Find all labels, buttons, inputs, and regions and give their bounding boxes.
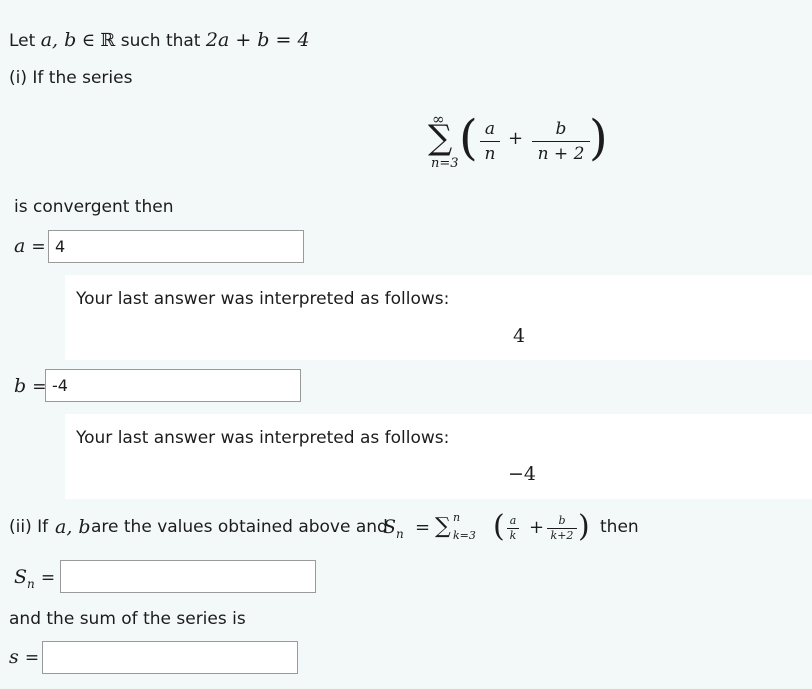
a-answer-input[interactable]	[48, 230, 304, 263]
fraction-a-denominator: n	[484, 144, 496, 164]
sum-of-series-text: and the sum of the series is	[9, 609, 246, 629]
part-ii-sum-symbol: ∑	[435, 514, 451, 539]
sn-answer-input[interactable]	[60, 560, 316, 593]
plus-sign: +	[508, 128, 524, 149]
intro-vars: a, b	[40, 29, 77, 51]
part-ii-sum-lower: k=3	[453, 529, 476, 542]
part-ii-frac-a-den: k	[509, 529, 517, 542]
sn-input-subscript: n	[27, 576, 35, 591]
intro-reals: ℝ	[100, 30, 116, 51]
series-formula: ∞ ∑ n=3 ( a n + b n + 2 )	[428, 110, 608, 176]
a-label: a	[14, 235, 26, 257]
part-ii-middle-text: are the values obtained above and	[91, 517, 388, 537]
sum-lower-limit: n=3	[431, 156, 459, 171]
fraction-b-over-n2: b n + 2	[532, 119, 590, 164]
fraction-b-denominator: n + 2	[537, 144, 585, 164]
left-paren: (	[459, 110, 478, 166]
s-label: s	[9, 646, 19, 668]
intro-statement: Let a, b ∈ ℝ such that 2a + b = 4	[9, 29, 310, 52]
part-ii-sn: Sn	[383, 516, 404, 541]
b-label: b	[14, 375, 27, 397]
b-interpretation-label: Your last answer was interpreted as foll…	[76, 428, 450, 448]
sn-subscript: n	[396, 526, 404, 541]
right-paren: )	[589, 110, 608, 166]
part-ii-vars: a, b	[55, 516, 91, 538]
sn-var: S	[383, 516, 397, 538]
a-interpretation-label: Your last answer was interpreted as foll…	[76, 289, 450, 309]
part-ii-statement: (ii) If a, b are the values obtained abo…	[9, 509, 809, 549]
a-interpretation-panel: Your last answer was interpreted as foll…	[65, 275, 812, 360]
fraction-a-numerator: a	[484, 119, 496, 139]
s-equals: =	[24, 648, 40, 668]
part-ii-frac-b-num: b	[558, 514, 566, 527]
intro-such-that: such that	[120, 31, 201, 51]
convergent-text: is convergent then	[14, 197, 174, 217]
intro-in-symbol: ∈	[81, 30, 96, 51]
sn-label-group: Sn =	[14, 566, 55, 591]
part-i-label: (i) If the series	[9, 68, 133, 88]
b-interpretation-panel: Your last answer was interpreted as foll…	[65, 414, 812, 499]
part-ii-equals: =	[415, 517, 431, 538]
b-interpreted-value: −4	[508, 463, 537, 485]
intro-let: Let	[9, 31, 36, 51]
part-ii-fraction-b-over-k2: b k+2	[547, 515, 577, 542]
part-ii-suffix: then	[600, 517, 639, 537]
part-ii-frac-b-den: k+2	[550, 529, 574, 542]
fraction-bar	[532, 141, 590, 142]
intro-constraint: 2a + b = 4	[205, 29, 310, 51]
a-interpreted-value: 4	[513, 325, 526, 347]
fraction-b-numerator: b	[555, 119, 567, 139]
b-label-group: b =	[14, 375, 46, 397]
part-ii-frac-a-num: a	[509, 514, 517, 527]
sum-symbol: ∑	[428, 118, 453, 158]
sn-input-label: S	[14, 566, 28, 588]
part-ii-sum-upper: n	[453, 511, 461, 524]
part-ii-plus: +	[529, 517, 545, 538]
b-answer-input[interactable]	[45, 369, 301, 402]
part-ii-prefix: (ii) If	[9, 517, 49, 537]
fraction-a-over-n: a n	[480, 119, 500, 164]
fraction-bar	[480, 141, 500, 142]
a-label-group: a =	[14, 235, 46, 257]
s-label-group: s =	[9, 646, 39, 668]
part-ii-fraction-a-over-k: a k	[507, 515, 519, 542]
sn-input-equals: =	[40, 568, 56, 588]
s-answer-input[interactable]	[42, 641, 298, 674]
part-ii-right-paren: )	[578, 509, 590, 544]
part-ii-left-paren: (	[493, 509, 505, 544]
a-equals: =	[31, 237, 46, 257]
